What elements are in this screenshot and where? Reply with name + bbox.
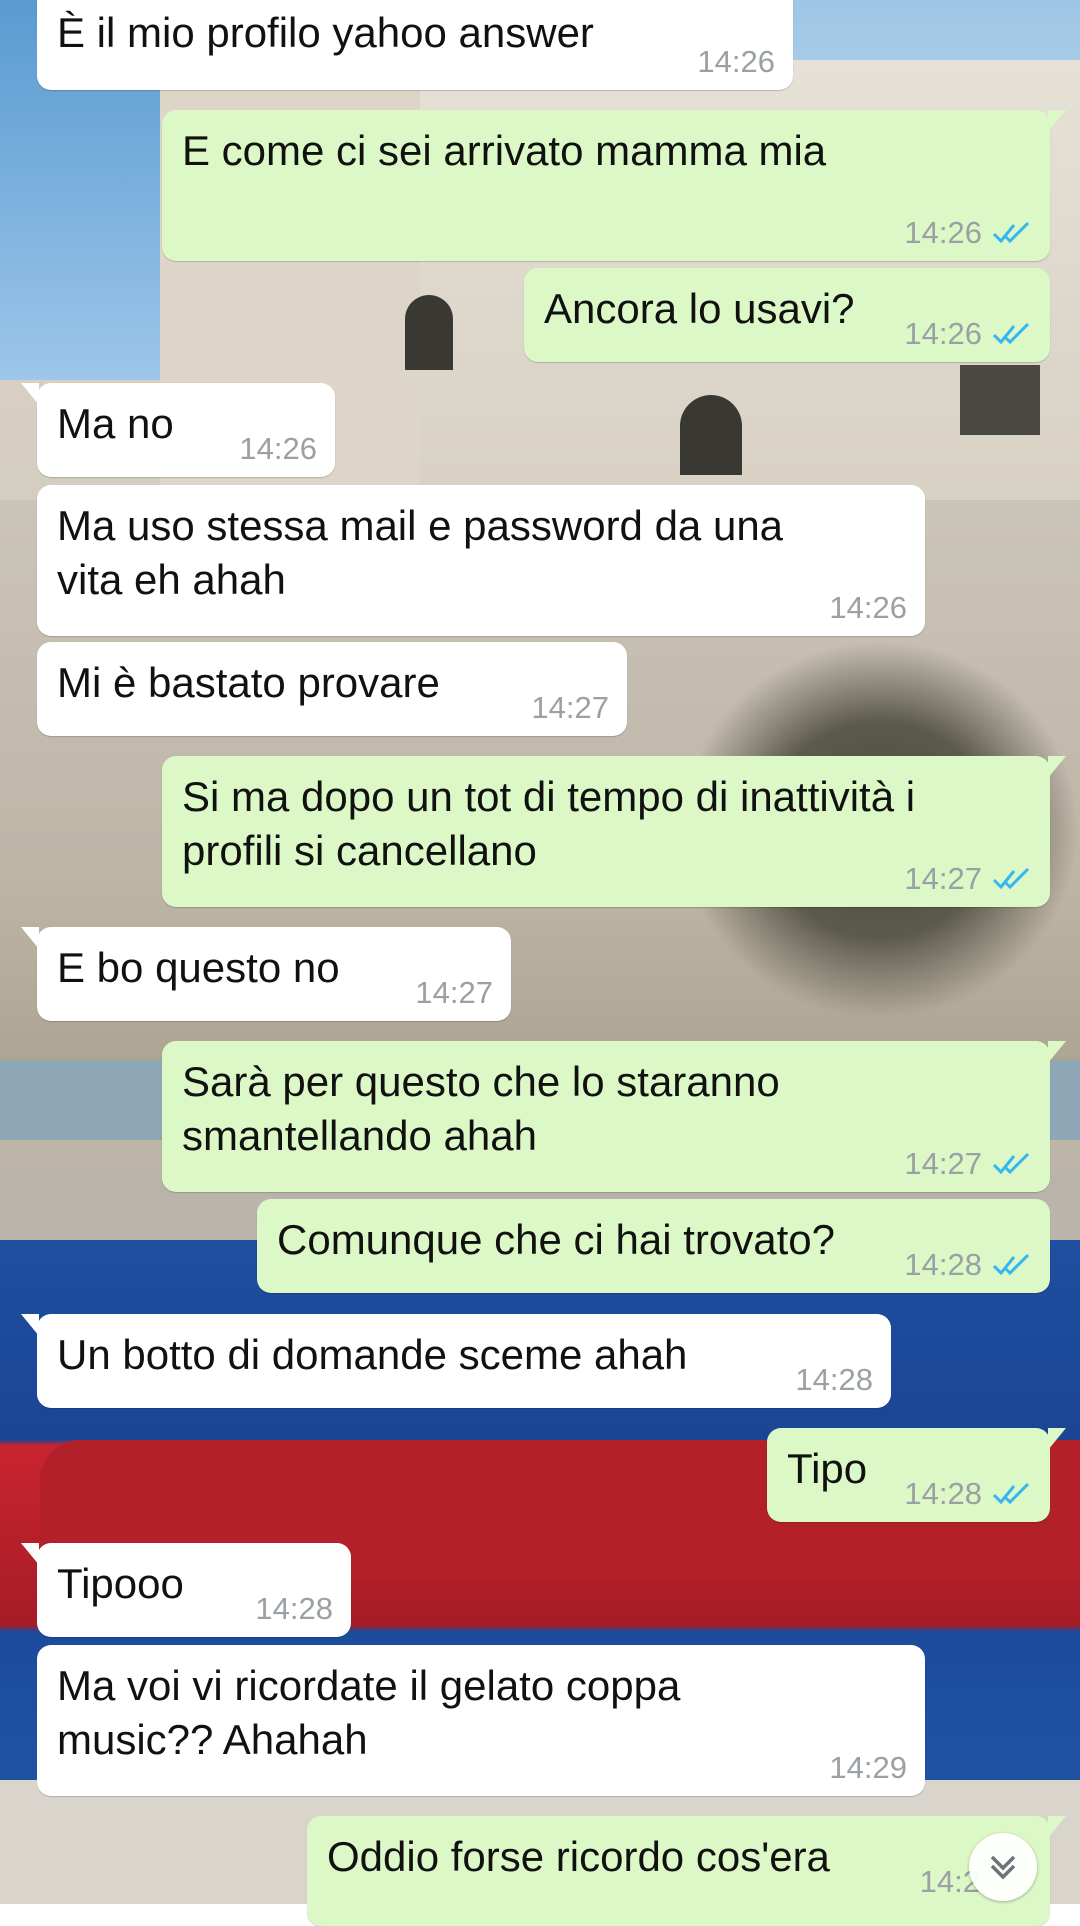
bubble-tail <box>21 383 39 405</box>
message-time: 14:28 <box>904 1476 982 1511</box>
message-text-line2: music?? Ahahah <box>57 1716 368 1763</box>
message-text: Ma no <box>57 400 174 447</box>
bubble-tail <box>21 1314 39 1336</box>
message-time: 14:27 <box>904 1146 982 1181</box>
message-time: 14:26 <box>829 590 907 625</box>
bubble-tail <box>1048 1816 1066 1838</box>
message-outgoing[interactable]: Si ma dopo un tot di tempo di inattività… <box>162 756 1066 907</box>
message-time: 14:28 <box>904 1247 982 1282</box>
wallpaper-window <box>680 395 742 475</box>
message-incoming[interactable]: È il mio profilo yahoo answer 14:26 <box>37 0 793 90</box>
double-check-icon <box>992 1253 1030 1276</box>
message-text: Tipooo <box>57 1560 184 1607</box>
double-check-icon <box>992 1482 1030 1505</box>
message-outgoing[interactable]: Sarà per questo che lo staranno smantell… <box>162 1041 1066 1192</box>
message-time: 14:26 <box>239 431 317 466</box>
double-check-icon <box>992 322 1030 345</box>
wallpaper-window <box>960 365 1040 435</box>
message-incoming[interactable]: Tipooo 14:28 <box>21 1543 351 1637</box>
message-text: Ma voi vi ricordate il gelato coppa <box>57 1662 681 1709</box>
message-text: Tipo <box>787 1445 868 1492</box>
message-text: E bo questo no <box>57 944 340 991</box>
chevron-double-down-icon <box>990 1855 1016 1880</box>
message-incoming[interactable]: Ma voi vi ricordate il gelato coppa musi… <box>37 1645 925 1796</box>
double-check-icon <box>992 221 1030 244</box>
bubble-tail <box>21 1543 39 1565</box>
message-incoming[interactable]: Ma uso stessa mail e password da una vit… <box>37 485 925 636</box>
message-text-line2: vita eh ahah <box>57 556 286 603</box>
message-incoming[interactable]: Mi è bastato provare 14:27 <box>37 642 627 736</box>
message-time: 14:28 <box>255 1591 333 1626</box>
message-text: Mi è bastato provare <box>57 659 440 706</box>
message-time: 14:26 <box>904 215 982 250</box>
bubble-tail <box>1048 1041 1066 1063</box>
message-text: Si ma dopo un tot di tempo di inattività… <box>182 773 916 820</box>
bubble-tail <box>21 927 39 949</box>
message-text-line2: smantellando ahah <box>182 1112 537 1159</box>
message-text: E come ci sei arrivato mamma mia <box>182 127 827 174</box>
message-time: 14:26 <box>697 44 775 79</box>
message-time: 14:27 <box>904 861 982 896</box>
message-outgoing[interactable]: Oddio forse ricordo cos'era 14:2 <box>307 1816 1066 1926</box>
bubble-tail <box>1048 110 1066 132</box>
message-text: Comunque che ci hai trovato? <box>277 1216 835 1263</box>
scroll-to-bottom-button[interactable] <box>969 1833 1037 1901</box>
message-text: Ma uso stessa mail e password da una <box>57 502 784 549</box>
message-incoming[interactable]: Ma no 14:26 <box>21 383 335 477</box>
message-outgoing[interactable]: E come ci sei arrivato mamma mia 14:26 <box>162 110 1066 261</box>
message-incoming[interactable]: E bo questo no 14:27 <box>21 927 511 1021</box>
bubble-tail <box>1048 756 1066 778</box>
message-outgoing[interactable]: Tipo 14:28 <box>767 1428 1066 1522</box>
message-time: 14:29 <box>829 1750 907 1785</box>
message-outgoing[interactable]: Comunque che ci hai trovato? 14:28 <box>257 1199 1050 1293</box>
message-text-line2: profili si cancellano <box>182 827 537 874</box>
bubble-tail <box>1048 1428 1066 1450</box>
message-text: Oddio forse ricordo cos'era <box>327 1833 830 1880</box>
message-time: 14:28 <box>795 1362 873 1397</box>
message-text: È il mio profilo yahoo answer <box>57 9 594 56</box>
message-text: Sarà per questo che lo staranno <box>182 1058 780 1105</box>
message-text: Un botto di domande sceme ahah <box>57 1331 688 1378</box>
message-outgoing[interactable]: Ancora lo usavi? 14:26 <box>524 268 1050 362</box>
message-text: Ancora lo usavi? <box>544 285 855 332</box>
double-check-icon <box>992 1152 1030 1175</box>
message-incoming[interactable]: Un botto di domande sceme ahah 14:28 <box>21 1314 891 1408</box>
message-time: 14:27 <box>415 975 493 1010</box>
message-time: 14:27 <box>531 690 609 725</box>
message-time: 14:26 <box>904 316 982 351</box>
double-check-icon <box>992 867 1030 890</box>
wallpaper-window <box>405 295 453 370</box>
